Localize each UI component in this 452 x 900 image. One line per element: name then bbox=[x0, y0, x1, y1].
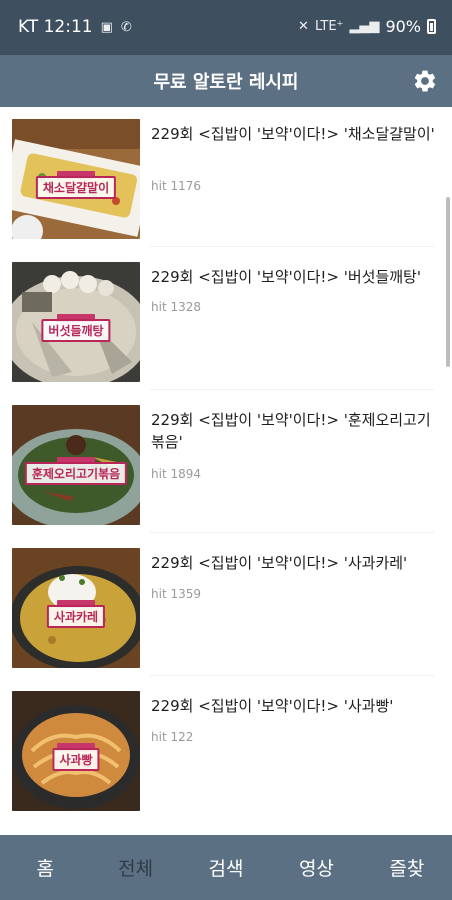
hit-count: hit 1328 bbox=[151, 300, 201, 314]
gear-icon bbox=[414, 70, 436, 92]
recipe-item[interactable]: 훈제오리고기볶음 229회 <집밥이 '보약'이다!> '훈제오리고기볶음' h… bbox=[0, 393, 452, 533]
divider bbox=[150, 532, 434, 533]
recipe-list[interactable]: 채소달걀말이 229회 <집밥이 '보약'이다!> '채소달걀말이' hit 1… bbox=[0, 107, 452, 835]
divider bbox=[150, 246, 434, 247]
thumbnail-label: 사과카레 bbox=[46, 605, 106, 628]
recipe-title[interactable]: 229회 <집밥이 '보약'이다!> '버섯들깨탕' bbox=[151, 266, 436, 288]
signal-icon: ▂▄▆ bbox=[349, 19, 380, 34]
hit-count: hit 1176 bbox=[151, 179, 201, 193]
settings-button[interactable] bbox=[408, 64, 442, 98]
battery-percent: 90% bbox=[385, 17, 421, 36]
carrier-time: KT 12:11 bbox=[18, 17, 93, 37]
thumbnail-label: 채소달걀말이 bbox=[35, 176, 117, 199]
recipe-item[interactable]: 사과카레 229회 <집밥이 '보약'이다!> '사과카레' hit 1359 bbox=[0, 536, 452, 676]
divider bbox=[150, 389, 434, 390]
thumbnail-label: 훈제오리고기볶음 bbox=[24, 462, 128, 485]
recipe-title[interactable]: 229회 <집밥이 '보약'이다!> '사과빵' bbox=[151, 695, 436, 717]
hit-count: hit 122 bbox=[151, 730, 194, 744]
recipe-item[interactable]: 사과빵 229회 <집밥이 '보약'이다!> '사과빵' hit 122 bbox=[0, 679, 452, 819]
thumbnail-label: 사과빵 bbox=[52, 748, 100, 771]
recipe-title[interactable]: 229회 <집밥이 '보약'이다!> '훈제오리고기볶음' bbox=[151, 409, 436, 453]
bottom-nav: 홈 전체 검색 영상 즐찾 bbox=[0, 835, 452, 900]
mute-icon: ✕ bbox=[298, 19, 309, 34]
recipe-item[interactable]: 버섯들깨탕 229회 <집밥이 '보약'이다!> '버섯들깨탕' hit 132… bbox=[0, 250, 452, 390]
nav-all[interactable]: 전체 bbox=[90, 835, 180, 900]
scrollbar[interactable] bbox=[446, 197, 450, 367]
recipe-thumbnail: 버섯들깨탕 bbox=[12, 262, 140, 382]
recipe-item[interactable]: 채소달걀말이 229회 <집밥이 '보약'이다!> '채소달걀말이' hit 1… bbox=[0, 107, 452, 247]
recipe-title[interactable]: 229회 <집밥이 '보약'이다!> '사과카레' bbox=[151, 552, 436, 574]
status-bar: KT 12:11 ▣ ✆ ✕ LTE⁺ ▂▄▆ 90% bbox=[0, 0, 452, 55]
network-type: LTE⁺ bbox=[314, 19, 344, 34]
battery-icon bbox=[427, 19, 436, 34]
missed-call-icon: ✆ bbox=[120, 19, 132, 35]
hit-count: hit 1894 bbox=[151, 467, 201, 481]
thumbnail-label: 버섯들깨탕 bbox=[41, 319, 111, 342]
nav-favorites[interactable]: 즐찾 bbox=[362, 835, 452, 900]
recipe-thumbnail: 사과카레 bbox=[12, 548, 140, 668]
recipe-thumbnail: 채소달걀말이 bbox=[12, 119, 140, 239]
nav-search[interactable]: 검색 bbox=[181, 835, 271, 900]
recipe-title[interactable]: 229회 <집밥이 '보약'이다!> '채소달걀말이' bbox=[151, 123, 436, 145]
recipe-thumbnail: 사과빵 bbox=[12, 691, 140, 811]
nav-home[interactable]: 홈 bbox=[0, 835, 90, 900]
app-bar: 무료 알토란 레시피 bbox=[0, 55, 452, 107]
divider bbox=[150, 675, 434, 676]
hit-count: hit 1359 bbox=[151, 587, 201, 601]
recipe-thumbnail: 훈제오리고기볶음 bbox=[12, 405, 140, 525]
nav-video[interactable]: 영상 bbox=[271, 835, 361, 900]
image-notification-icon: ▣ bbox=[100, 19, 113, 35]
page-title: 무료 알토란 레시피 bbox=[153, 72, 299, 93]
